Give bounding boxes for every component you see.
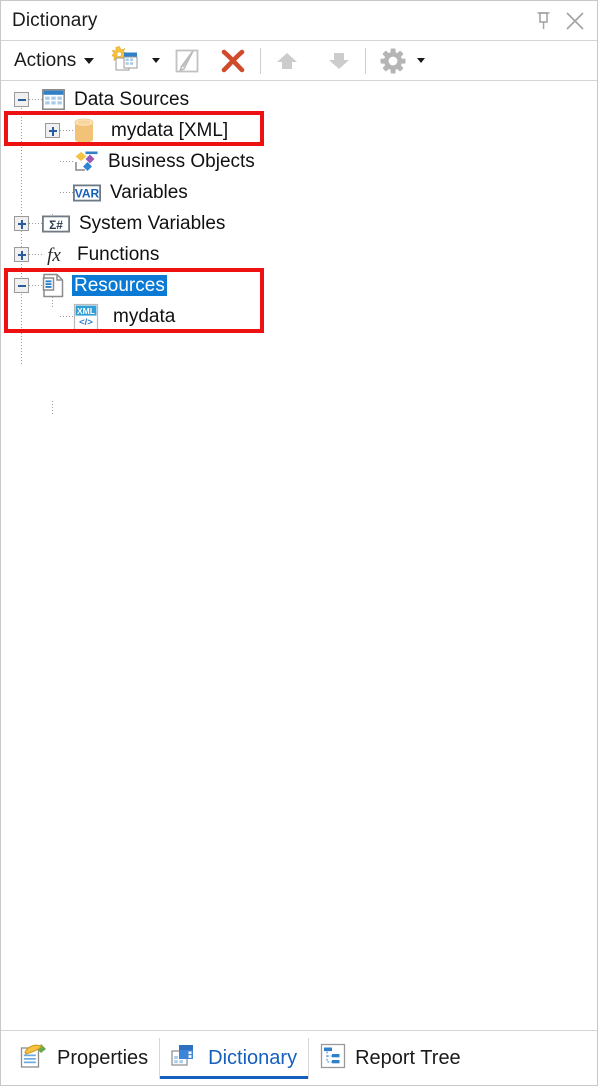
- tree-connector-dots: [29, 285, 42, 286]
- report-tree-icon: [320, 1043, 346, 1074]
- svg-text:XML: XML: [77, 305, 95, 315]
- tab-label: Dictionary: [208, 1046, 298, 1069]
- new-data-source-button[interactable]: [108, 44, 146, 78]
- tree-node-mydata-resource[interactable]: XML </> mydata: [1, 301, 597, 332]
- svg-text:VAR: VAR: [75, 186, 100, 200]
- tab-label: Report Tree: [355, 1046, 461, 1069]
- tree-node-label: System Variables: [79, 213, 226, 234]
- tree-toggle-collapse-icon[interactable]: [14, 278, 29, 293]
- tab-report-tree[interactable]: Report Tree: [309, 1038, 472, 1079]
- panel-tabbar: Properties Dictionary Report Tree: [1, 1030, 597, 1085]
- tab-properties[interactable]: Properties: [9, 1038, 159, 1079]
- chevron-down-icon: [417, 58, 426, 63]
- tree-node-label: mydata: [113, 306, 176, 327]
- tree-connector-dots: [29, 99, 42, 100]
- properties-icon: [20, 1042, 48, 1074]
- tree-node-label: Business Objects: [108, 151, 255, 172]
- tree-toggle-expand-icon[interactable]: [14, 247, 29, 262]
- fx-icon: fx: [42, 244, 66, 266]
- svg-text:</>: </>: [79, 317, 93, 328]
- chevron-down-icon: [84, 57, 95, 64]
- dictionary-panel: Dictionary Actions Data Sources mydata […: [0, 0, 598, 1086]
- toolbar-separator: [365, 47, 367, 74]
- move-up-button[interactable]: [270, 44, 304, 78]
- panel-title: Dictionary: [12, 9, 98, 31]
- business-objects-icon: [73, 150, 99, 174]
- resources-page-icon: [42, 273, 65, 298]
- tree-node-variables[interactable]: VAR Variables: [1, 177, 597, 208]
- svg-text:fx: fx: [47, 245, 61, 266]
- dictionary-toolbar: Actions: [1, 40, 597, 81]
- settings-button[interactable]: [375, 44, 411, 78]
- tree-connector-dots: [60, 161, 73, 162]
- tree-node-business-objects[interactable]: Business Objects: [1, 146, 597, 177]
- tree-connector-dots: [60, 192, 73, 193]
- actions-button[interactable]: Actions: [10, 48, 100, 74]
- tree-connector-dots: [29, 223, 42, 224]
- close-icon[interactable]: [562, 8, 588, 34]
- titlebar-tabstrip: [1, 1, 244, 3]
- database-cylinder-icon: [73, 118, 95, 144]
- tree-node-label: Resources: [72, 275, 167, 296]
- tree-connector-dots: [60, 316, 73, 317]
- titlebar-buttons: [530, 8, 597, 34]
- chevron-down-icon: [152, 58, 161, 63]
- tree-toggle-collapse-icon[interactable]: [14, 92, 29, 107]
- var-icon: VAR: [73, 183, 101, 203]
- edit-button[interactable]: [170, 44, 205, 78]
- tree-node-label: Functions: [77, 244, 160, 265]
- dictionary-tree[interactable]: Data Sources mydata [XML] Business Objec…: [1, 81, 597, 1030]
- tree-node-label: Data Sources: [74, 89, 190, 110]
- tree-toggle-expand-icon[interactable]: [14, 216, 29, 231]
- tree-connector-line: [52, 401, 53, 415]
- toolbar-separator: [260, 47, 262, 74]
- sigma-hash-icon: Σ#: [42, 214, 70, 234]
- dictionary-icon: [171, 1043, 199, 1073]
- tree-node-label: Variables: [110, 182, 188, 203]
- tree-toggle-expand-icon[interactable]: [45, 123, 60, 138]
- svg-text:Σ#: Σ#: [49, 217, 63, 231]
- move-down-button[interactable]: [322, 44, 356, 78]
- tree-node-data-sources[interactable]: Data Sources: [1, 84, 597, 115]
- xml-file-icon: XML </>: [73, 303, 99, 331]
- tree-node-mydata-datasource[interactable]: mydata [XML]: [1, 115, 597, 146]
- tree-node-resources[interactable]: Resources: [1, 270, 597, 301]
- tab-dictionary[interactable]: Dictionary: [159, 1037, 310, 1079]
- tree-connector-dots: [60, 130, 73, 131]
- delete-button[interactable]: [215, 44, 251, 78]
- actions-button-label: Actions: [14, 49, 77, 71]
- tree-node-system-variables[interactable]: Σ# System Variables: [1, 208, 597, 239]
- tree-connector-dots: [29, 254, 42, 255]
- table-grid-icon: [42, 89, 65, 110]
- tree-node-functions[interactable]: fx Functions: [1, 239, 597, 270]
- settings-dropdown[interactable]: [411, 44, 431, 78]
- tree-node-label: mydata [XML]: [111, 120, 229, 141]
- pin-icon[interactable]: [530, 8, 556, 34]
- new-data-source-dropdown[interactable]: [146, 44, 166, 78]
- tab-label: Properties: [57, 1046, 149, 1069]
- panel-titlebar: Dictionary: [1, 1, 597, 40]
